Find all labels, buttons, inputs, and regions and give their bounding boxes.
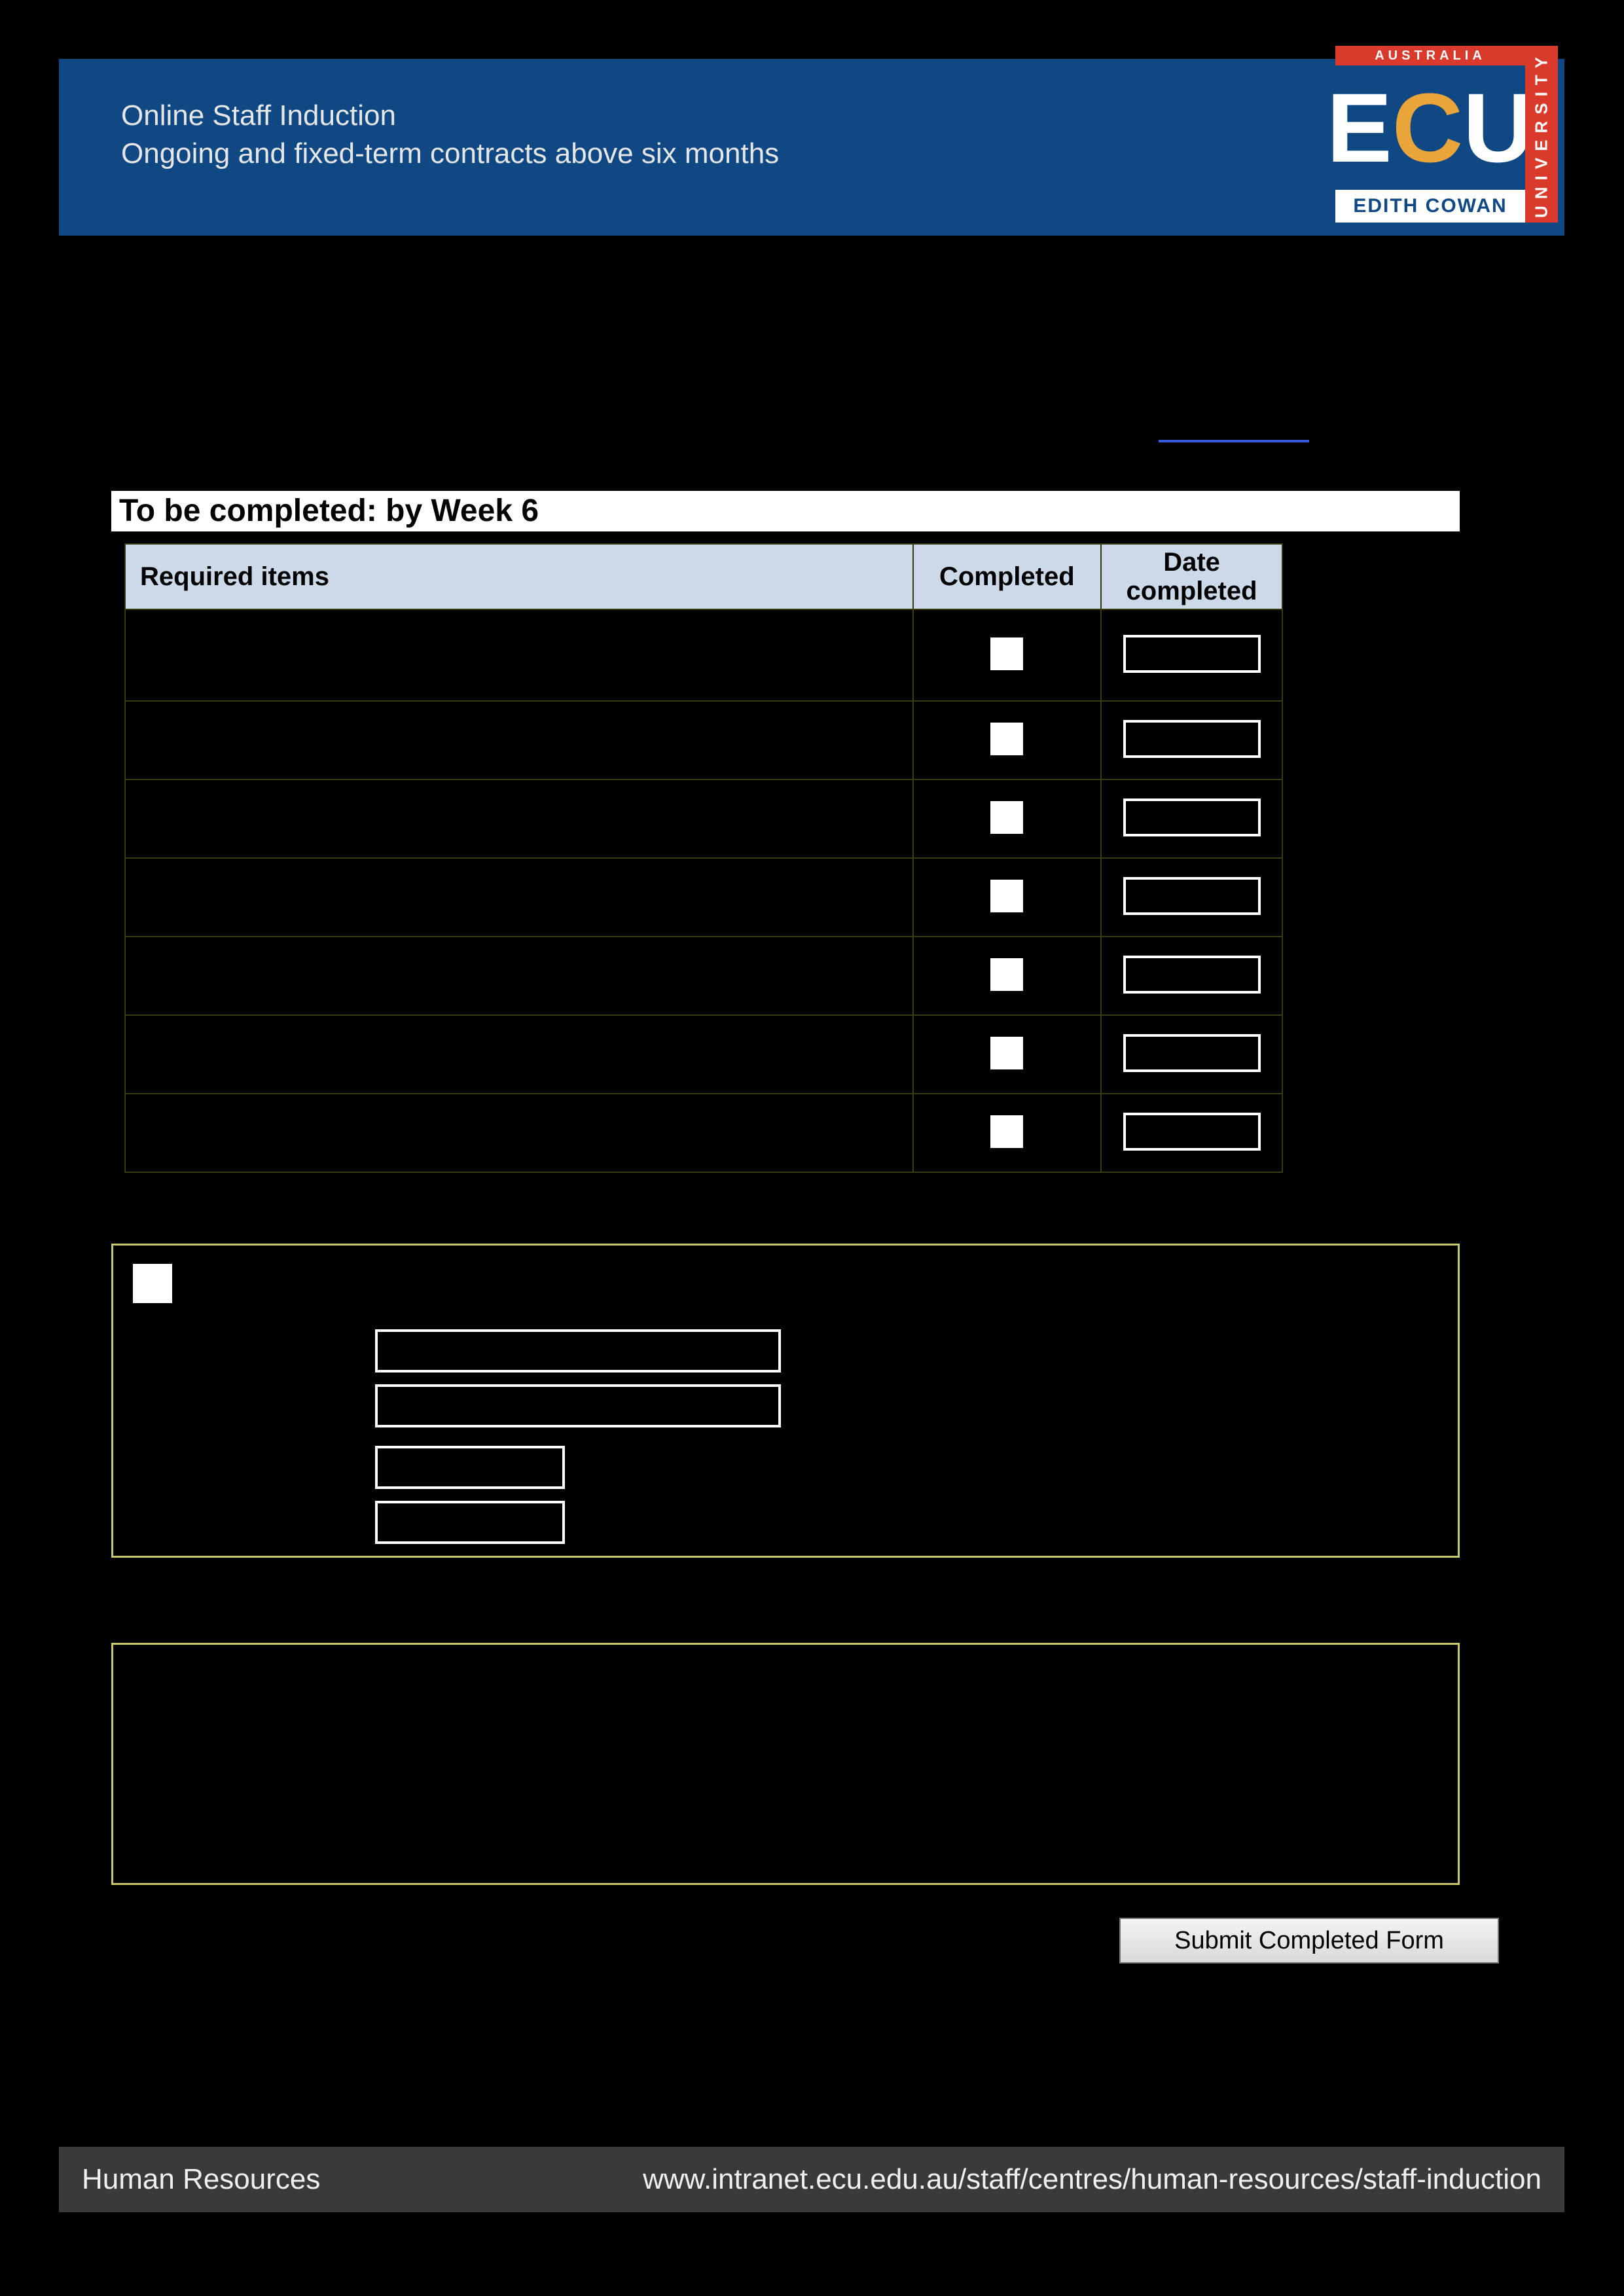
date-field[interactable]: [375, 1501, 565, 1544]
footer-bar: Human Resources www.intranet.ecu.edu.au/…: [59, 2147, 1564, 2212]
completed-checkbox[interactable]: [990, 1115, 1023, 1148]
date-input[interactable]: [1123, 635, 1261, 673]
date-input[interactable]: [1123, 1113, 1261, 1151]
table-row: [125, 780, 1282, 858]
date-cell: [1101, 1094, 1282, 1172]
table-row: [125, 701, 1282, 780]
completed-cell: [913, 1015, 1102, 1094]
completed-checkbox[interactable]: [990, 958, 1023, 991]
date-input[interactable]: [1123, 877, 1261, 915]
logo-letter-c: C: [1392, 71, 1463, 185]
logo-university-label: UNIVERSITY: [1525, 46, 1558, 223]
date-input[interactable]: [1123, 956, 1261, 994]
required-items-table: Required items Completed Date completed: [124, 543, 1283, 1173]
required-item-cell: [125, 1094, 913, 1172]
date-input[interactable]: [1123, 798, 1261, 836]
footer-left: Human Resources: [82, 2147, 320, 2212]
completed-cell: [913, 1094, 1102, 1172]
completed-cell: [913, 937, 1102, 1015]
required-item-cell: [125, 858, 913, 937]
date-cell: [1101, 701, 1282, 780]
date-cell: [1101, 609, 1282, 701]
col-header-date: Date completed: [1101, 544, 1282, 609]
completed-checkbox[interactable]: [990, 880, 1023, 912]
completed-cell: [913, 701, 1102, 780]
completed-cell: [913, 780, 1102, 858]
confirmation-checkbox[interactable]: [133, 1264, 172, 1303]
completed-checkbox[interactable]: [990, 637, 1023, 670]
supervisor-panel: [111, 1643, 1460, 1885]
staff-number-field[interactable]: [375, 1446, 565, 1489]
logo-letter-e: E: [1327, 71, 1392, 185]
required-item-cell: [125, 937, 913, 1015]
table-row: [125, 858, 1282, 937]
table-header-row: Required items Completed Date completed: [125, 544, 1282, 609]
required-item-cell: [125, 1015, 913, 1094]
completed-cell: [913, 609, 1102, 701]
col-header-required: Required items: [125, 544, 913, 609]
banner-title: Online Staff Induction: [121, 95, 396, 137]
table-row: [125, 609, 1282, 701]
col-header-completed: Completed: [913, 544, 1102, 609]
completed-cell: [913, 858, 1102, 937]
ecu-logo: AUSTRALIA ECU EDITH COWAN UNIVERSITY: [1329, 46, 1564, 236]
footer-right: www.intranet.ecu.edu.au/staff/centres/hu…: [643, 2147, 1542, 2212]
date-cell: [1101, 858, 1282, 937]
date-input[interactable]: [1123, 720, 1261, 758]
date-input[interactable]: [1123, 1034, 1261, 1072]
header-banner: Online Staff Induction Ongoing and fixed…: [59, 59, 1564, 236]
logo-edith-cowan-label: EDITH COWAN: [1335, 190, 1525, 223]
required-item-cell: [125, 609, 913, 701]
required-item-cell: [125, 780, 913, 858]
confirmation-panel: [111, 1244, 1460, 1558]
date-cell: [1101, 937, 1282, 1015]
name-field[interactable]: [375, 1329, 781, 1372]
completed-checkbox[interactable]: [990, 723, 1023, 755]
date-cell: [1101, 780, 1282, 858]
table-row: [125, 1094, 1282, 1172]
position-field[interactable]: [375, 1384, 781, 1427]
completed-checkbox[interactable]: [990, 801, 1023, 834]
banner-subtitle: Ongoing and fixed-term contracts above s…: [121, 137, 779, 170]
link-underline-fragment: [1159, 439, 1309, 442]
logo-ecu-letters: ECU: [1335, 65, 1525, 190]
section-heading: To be completed: by Week 6: [111, 491, 1460, 531]
logo-letter-u: U: [1463, 71, 1534, 185]
table-row: [125, 937, 1282, 1015]
submit-button[interactable]: Submit Completed Form: [1119, 1918, 1499, 1964]
completed-checkbox[interactable]: [990, 1037, 1023, 1069]
table-row: [125, 1015, 1282, 1094]
required-item-cell: [125, 701, 913, 780]
logo-australia-label: AUSTRALIA: [1335, 46, 1525, 65]
date-cell: [1101, 1015, 1282, 1094]
